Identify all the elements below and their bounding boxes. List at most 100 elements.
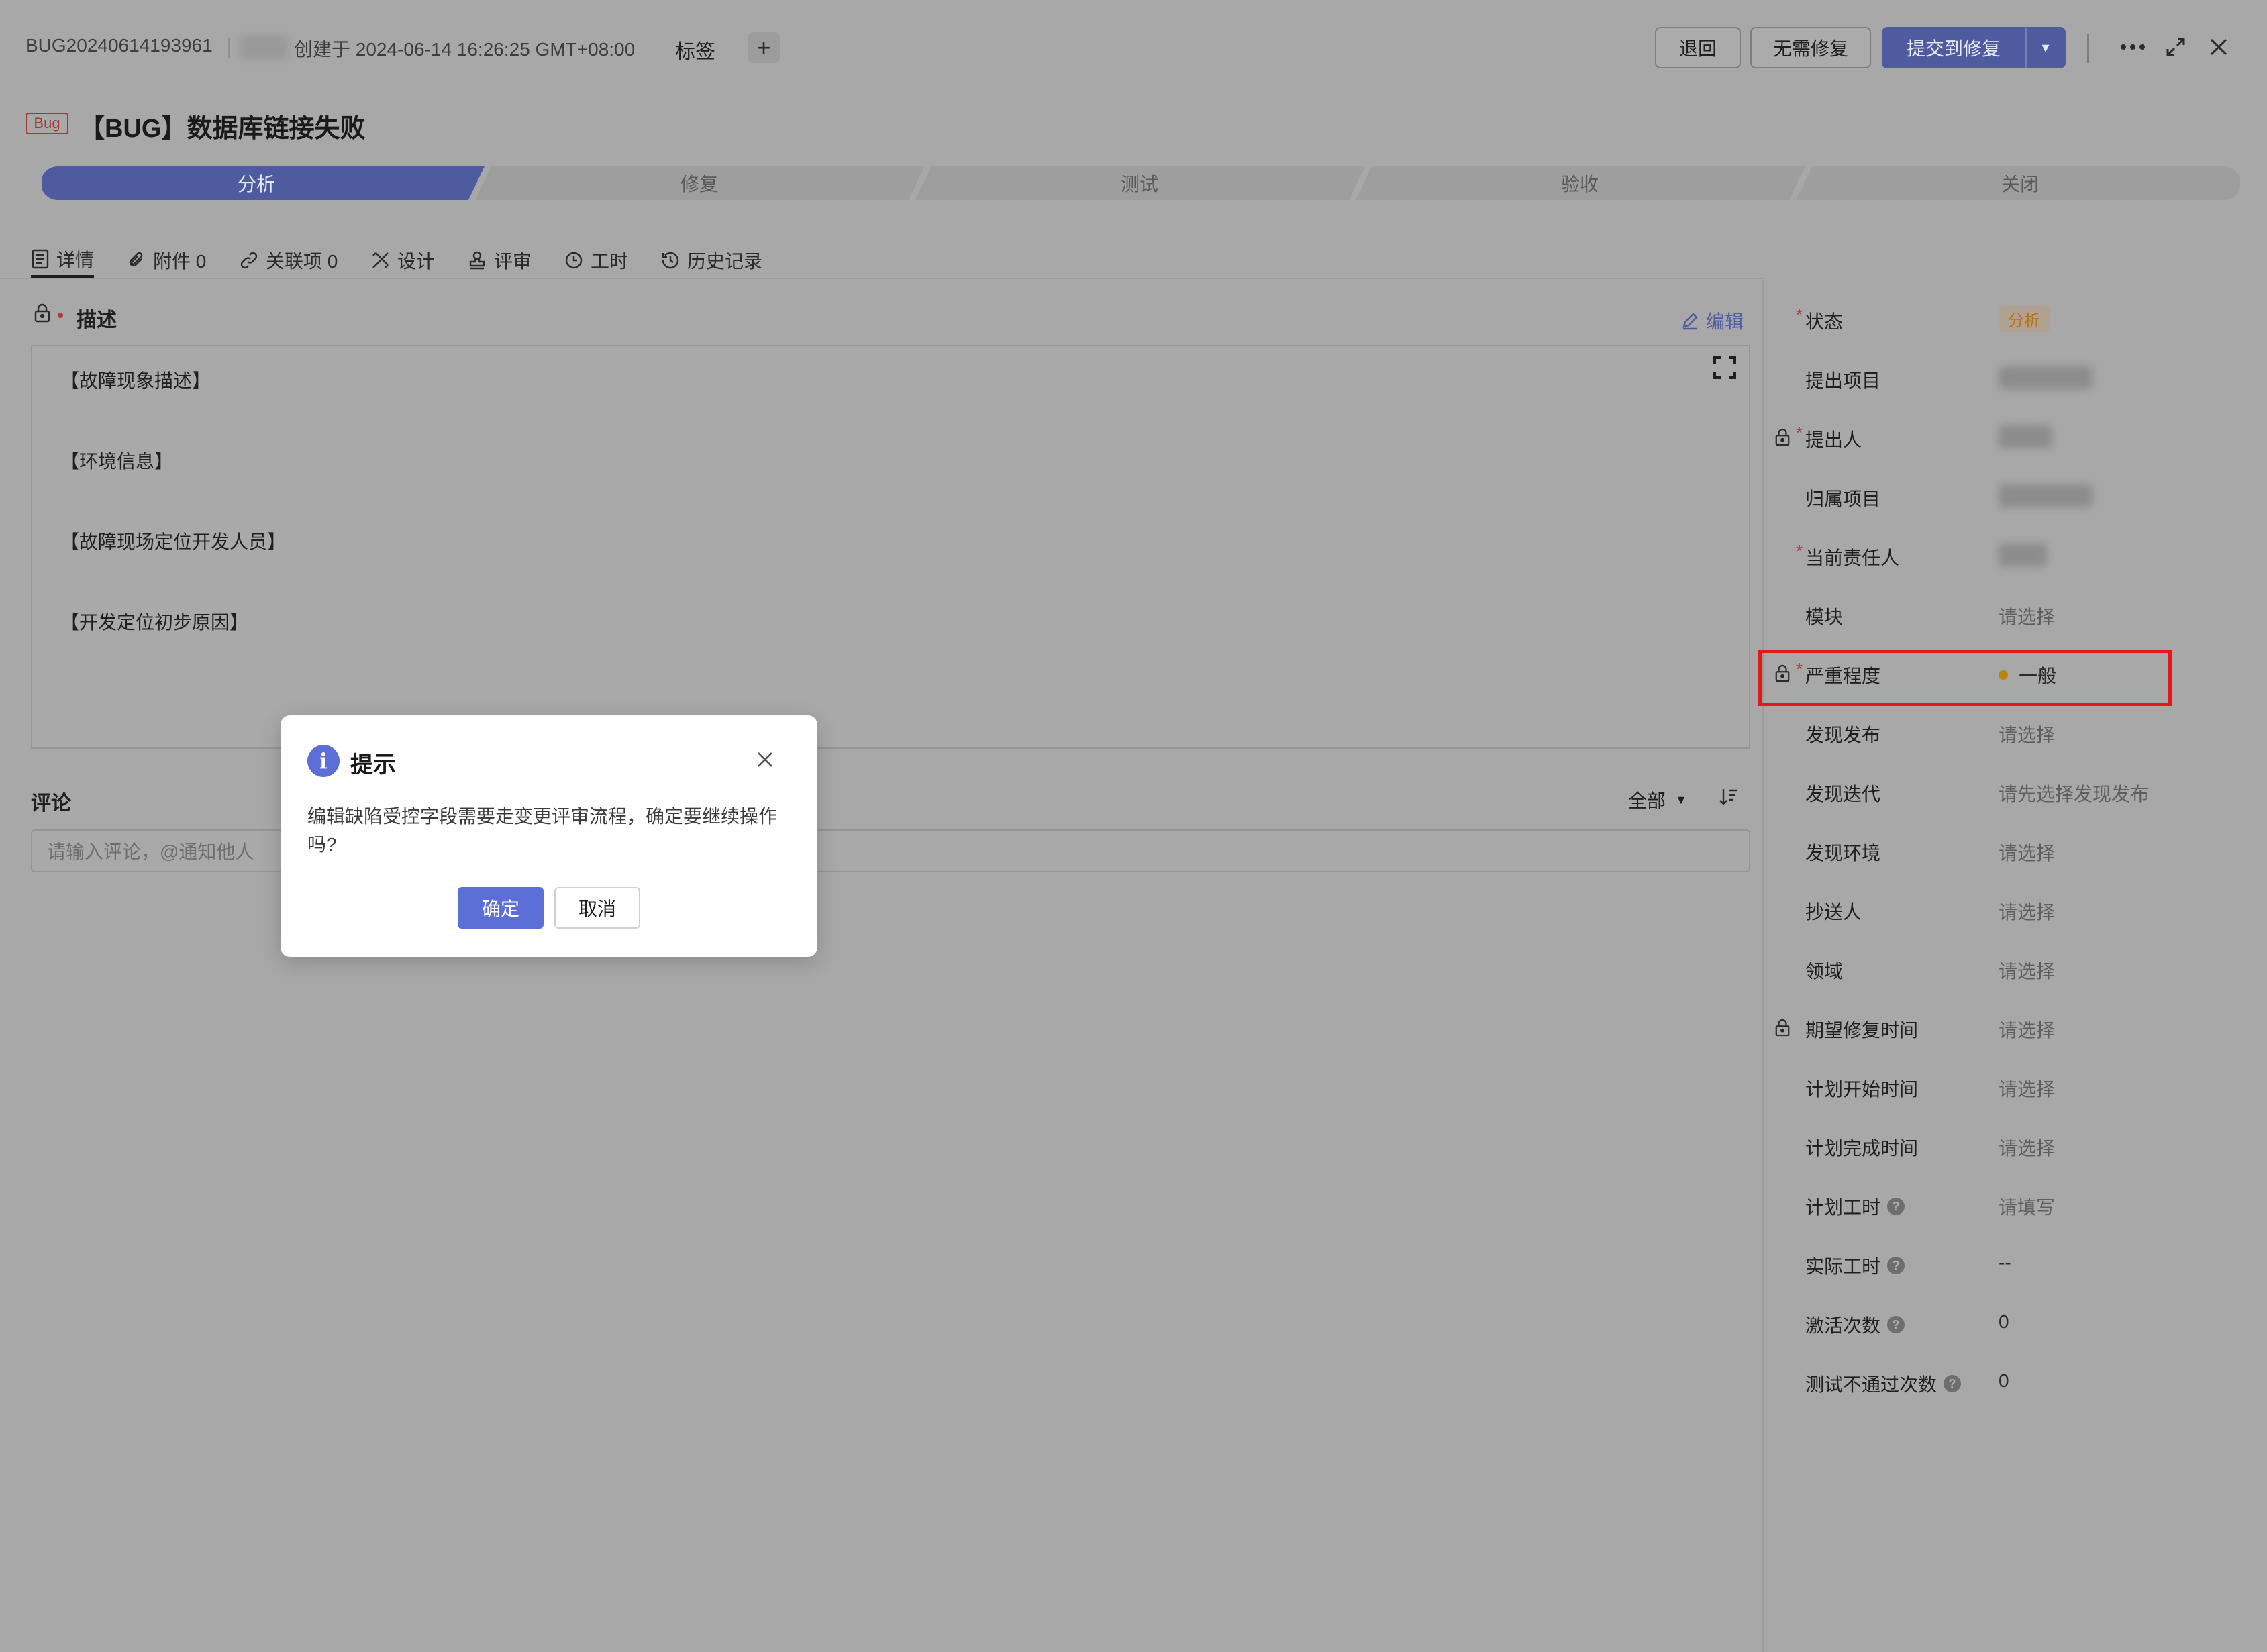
field-label: 当前责任人 bbox=[1805, 548, 1900, 568]
field-value: -- bbox=[1999, 1252, 2011, 1273]
tab-attachments[interactable]: 附件 0 bbox=[128, 243, 206, 278]
edit-description-button[interactable]: 编辑 bbox=[1680, 307, 1744, 334]
field-label-wrap: 测试不通过次数? bbox=[1805, 1370, 1962, 1397]
required-marker: * bbox=[1796, 423, 1803, 443]
field-proposing-project[interactable]: 提出项目 bbox=[1758, 357, 2228, 397]
close-icon[interactable] bbox=[750, 745, 780, 774]
field-label: 归属项目 bbox=[1805, 488, 1881, 509]
lock-icon bbox=[1774, 1019, 1791, 1041]
field-value: 请先选择发现发布 bbox=[1999, 784, 2150, 805]
lock-icon bbox=[34, 303, 51, 327]
workflow-step-close[interactable]: 关闭 bbox=[1805, 166, 2235, 200]
tab-design[interactable]: 设计 bbox=[370, 243, 435, 278]
tab-label: 设计 bbox=[397, 251, 436, 272]
field-label: 发现环境 bbox=[1805, 843, 1881, 864]
link-icon bbox=[240, 252, 258, 269]
workflow-step-accept[interactable]: 验收 bbox=[1365, 166, 1795, 200]
tab-history[interactable]: 历史记录 bbox=[660, 243, 762, 278]
field-found-release[interactable]: 发现发布 请选择 bbox=[1758, 711, 2228, 752]
confirm-button[interactable]: 确定 bbox=[458, 887, 544, 929]
workflow-step-analyze[interactable]: 分析 bbox=[42, 166, 471, 200]
help-icon[interactable]: ? bbox=[1887, 1257, 1905, 1274]
tag-label: 标签 bbox=[675, 41, 715, 63]
field-found-environment[interactable]: 发现环境 请选择 bbox=[1758, 829, 2228, 870]
comments-filter-value: 全部 bbox=[1628, 790, 1666, 811]
blurred-value bbox=[1999, 544, 2047, 566]
lock-icon bbox=[1774, 428, 1791, 450]
field-actual-hours[interactable]: 实际工时? -- bbox=[1758, 1243, 2228, 1283]
field-value: 0 bbox=[1999, 1311, 2009, 1332]
field-planned-hours[interactable]: 计划工时? 请填写 bbox=[1758, 1184, 2228, 1224]
field-label: 抄送人 bbox=[1805, 902, 1862, 923]
submit-to-fix-button[interactable]: 提交到修复 bbox=[1882, 27, 2025, 68]
pencil-icon bbox=[1682, 313, 1698, 330]
field-label: 状态 bbox=[1805, 311, 1844, 332]
field-value: 请选择 bbox=[1999, 843, 2056, 864]
description-line: 【开发定位初步原因】 bbox=[60, 612, 249, 633]
field-label: 提出项目 bbox=[1805, 370, 1881, 391]
tab-label: 历史记录 bbox=[687, 251, 763, 272]
sort-icon[interactable] bbox=[1718, 786, 1740, 810]
field-label: 模块 bbox=[1805, 607, 1844, 627]
help-icon[interactable]: ? bbox=[1887, 1198, 1905, 1215]
required-marker: * bbox=[1796, 305, 1803, 325]
field-proposer[interactable]: * 提出人 bbox=[1758, 416, 2228, 456]
field-label-wrap: 计划工时? bbox=[1805, 1193, 1905, 1220]
field-value: 请选择 bbox=[1999, 961, 2056, 982]
expand-icon[interactable] bbox=[2158, 30, 2193, 64]
field-planned-start[interactable]: 计划开始时间 请选择 bbox=[1758, 1066, 2228, 1106]
back-button[interactable]: 退回 bbox=[1655, 27, 1741, 68]
description-content[interactable]: 【故障现象描述】 【环境信息】 【故障现场定位开发人员】 【开发定位初步原因】 bbox=[31, 345, 1750, 749]
workflow-step-test[interactable]: 测试 bbox=[925, 166, 1354, 200]
field-label-wrap: 激活次数? bbox=[1805, 1311, 1905, 1338]
field-found-iteration[interactable]: 发现迭代 请先选择发现发布 bbox=[1758, 770, 2228, 811]
blurred-value bbox=[1999, 366, 2093, 389]
clock-icon bbox=[565, 252, 583, 269]
field-current-assignee[interactable]: * 当前责任人 bbox=[1758, 534, 2228, 574]
comments-filter-dropdown[interactable]: 全部 ▼ bbox=[1628, 786, 1687, 813]
field-value: 请选择 bbox=[1999, 1079, 2056, 1100]
blurred-value bbox=[1999, 484, 2093, 507]
tab-related-items[interactable]: 关联项 0 bbox=[239, 243, 338, 278]
field-label: 计划工时 bbox=[1805, 1197, 1881, 1218]
close-icon[interactable] bbox=[2201, 30, 2236, 64]
help-icon[interactable]: ? bbox=[1887, 1316, 1905, 1333]
tab-review[interactable]: 评审 bbox=[467, 243, 532, 278]
field-value: 请选择 bbox=[1999, 725, 2056, 745]
description-line: 【故障现场定位开发人员】 bbox=[60, 531, 287, 552]
field-module[interactable]: 模块 请选择 bbox=[1758, 593, 2228, 633]
tab-worktime[interactable]: 工时 bbox=[564, 243, 628, 278]
fullscreen-icon[interactable] bbox=[1713, 356, 1737, 383]
required-marker: * bbox=[1796, 541, 1803, 561]
submit-dropdown-button[interactable]: ▾ bbox=[2025, 27, 2066, 68]
field-planned-finish[interactable]: 计划完成时间 请选择 bbox=[1758, 1125, 2228, 1165]
tab-details[interactable]: 详情 bbox=[31, 243, 95, 278]
add-tag-button[interactable]: + bbox=[748, 32, 780, 63]
help-icon[interactable]: ? bbox=[1944, 1375, 1962, 1392]
no-fix-button[interactable]: 无需修复 bbox=[1750, 27, 1871, 68]
created-timestamp: 创建于 2024-06-14 16:26:25 GMT+08:00 bbox=[294, 39, 636, 60]
field-expected-fix-time[interactable]: 期望修复时间 请选择 bbox=[1758, 1006, 2228, 1047]
field-label-wrap: 实际工时? bbox=[1805, 1252, 1905, 1279]
header-actions-divider bbox=[2087, 34, 2089, 63]
field-domain[interactable]: 领域 请选择 bbox=[1758, 947, 2228, 988]
bug-type-badge: Bug bbox=[26, 113, 68, 134]
field-status[interactable]: * 状态 分析 bbox=[1758, 298, 2228, 338]
required-marker bbox=[58, 313, 63, 318]
history-icon bbox=[662, 252, 679, 269]
field-value: 请选择 bbox=[1999, 1020, 2056, 1041]
tab-label: 工时 bbox=[591, 251, 629, 272]
description-line: 【故障现象描述】 bbox=[60, 370, 211, 391]
field-cc[interactable]: 抄送人 请选择 bbox=[1758, 888, 2228, 929]
field-test-fail-count[interactable]: 测试不通过次数? 0 bbox=[1758, 1361, 2228, 1401]
bug-id: BUG20240614193961 bbox=[26, 35, 213, 56]
more-icon[interactable] bbox=[2115, 30, 2150, 64]
field-activation-count[interactable]: 激活次数? 0 bbox=[1758, 1302, 2228, 1342]
field-label: 计划开始时间 bbox=[1805, 1079, 1919, 1100]
edit-label: 编辑 bbox=[1706, 311, 1744, 332]
status-badge: 分析 bbox=[1999, 306, 2050, 332]
paperclip-icon bbox=[129, 252, 143, 267]
workflow-step-fix[interactable]: 修复 bbox=[485, 166, 914, 200]
field-owning-project[interactable]: 归属项目 bbox=[1758, 475, 2228, 515]
cancel-button[interactable]: 取消 bbox=[554, 887, 640, 929]
